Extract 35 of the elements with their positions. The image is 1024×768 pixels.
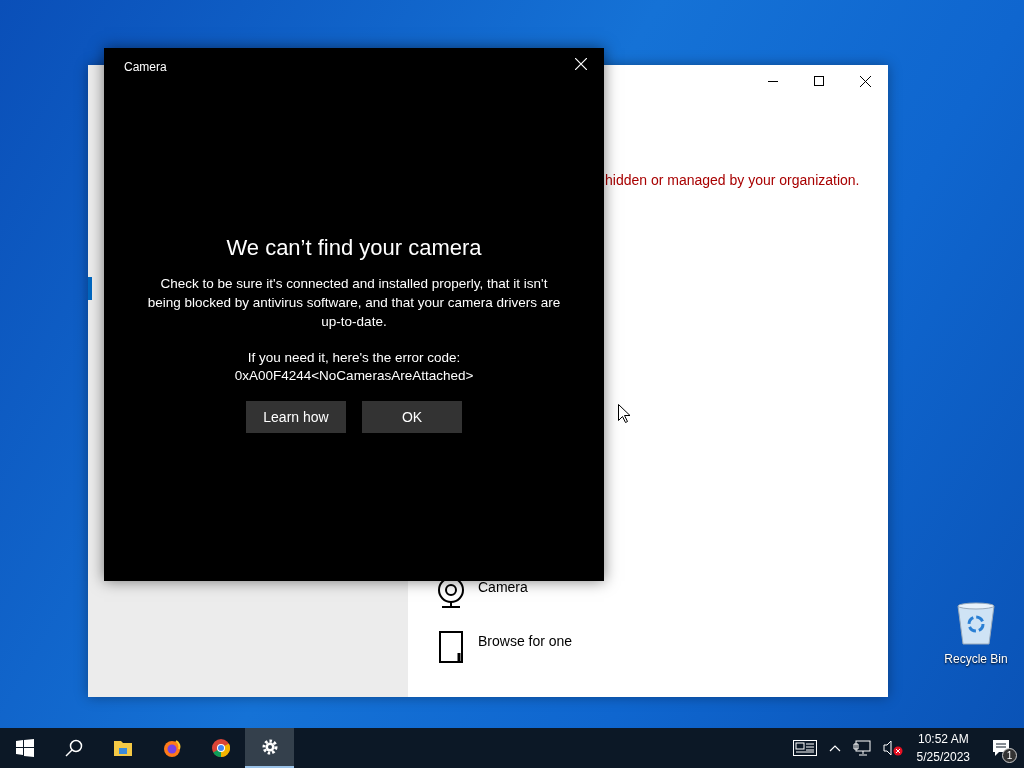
recycle-bin-icon	[956, 602, 996, 646]
clock-date: 5/25/2023	[916, 749, 970, 766]
maximize-icon	[814, 76, 824, 86]
dialog-button[interactable]: Learn how	[246, 401, 346, 433]
news-icon	[792, 740, 817, 756]
chevron-icon	[828, 744, 841, 752]
search-icon	[64, 739, 83, 757]
clock-time: 10:52 AM	[916, 731, 970, 748]
taskbar-button[interactable]	[245, 728, 294, 768]
windows-logo-icon	[15, 739, 34, 757]
option-label[interactable]: Camera	[478, 577, 528, 598]
error-intro: If you need it, here's the error code:	[247, 349, 461, 367]
option-label[interactable]: Browse for one	[478, 631, 573, 652]
mouse-pointer-icon	[618, 404, 630, 423]
error-code: 0xA00F4244<NoCamerasAreAttached>	[234, 367, 474, 385]
notification-button[interactable]: 1	[978, 728, 1024, 768]
browser-icon	[162, 739, 181, 757]
dialog-heading: We can’t find your camera	[226, 234, 482, 262]
dialog-button[interactable]: OK	[362, 401, 462, 433]
browser-icon	[211, 739, 230, 757]
folder-icon	[113, 739, 132, 757]
warning-text: hidden or managed by your organization.	[605, 171, 860, 190]
window-title: Camera	[124, 59, 167, 76]
speaker-muted-icon	[882, 740, 903, 756]
close-icon	[575, 58, 587, 70]
selection-indicator	[88, 277, 92, 300]
network-icon	[852, 740, 871, 756]
settings-icon	[260, 738, 279, 756]
clock[interactable]: 10:52 AM 5/25/2023	[908, 730, 978, 766]
minimize-icon	[768, 80, 778, 82]
notification-badge: 1	[1002, 748, 1017, 763]
icon-label[interactable]: Recycle Bin	[944, 650, 1008, 668]
dialog-message: Check to be sure it's connected and installed properly, that it isn't being blocked by antivirus software, and that your camera drivers are up-to-date.	[146, 275, 562, 331]
document-icon	[436, 631, 466, 663]
close-icon	[859, 75, 871, 87]
